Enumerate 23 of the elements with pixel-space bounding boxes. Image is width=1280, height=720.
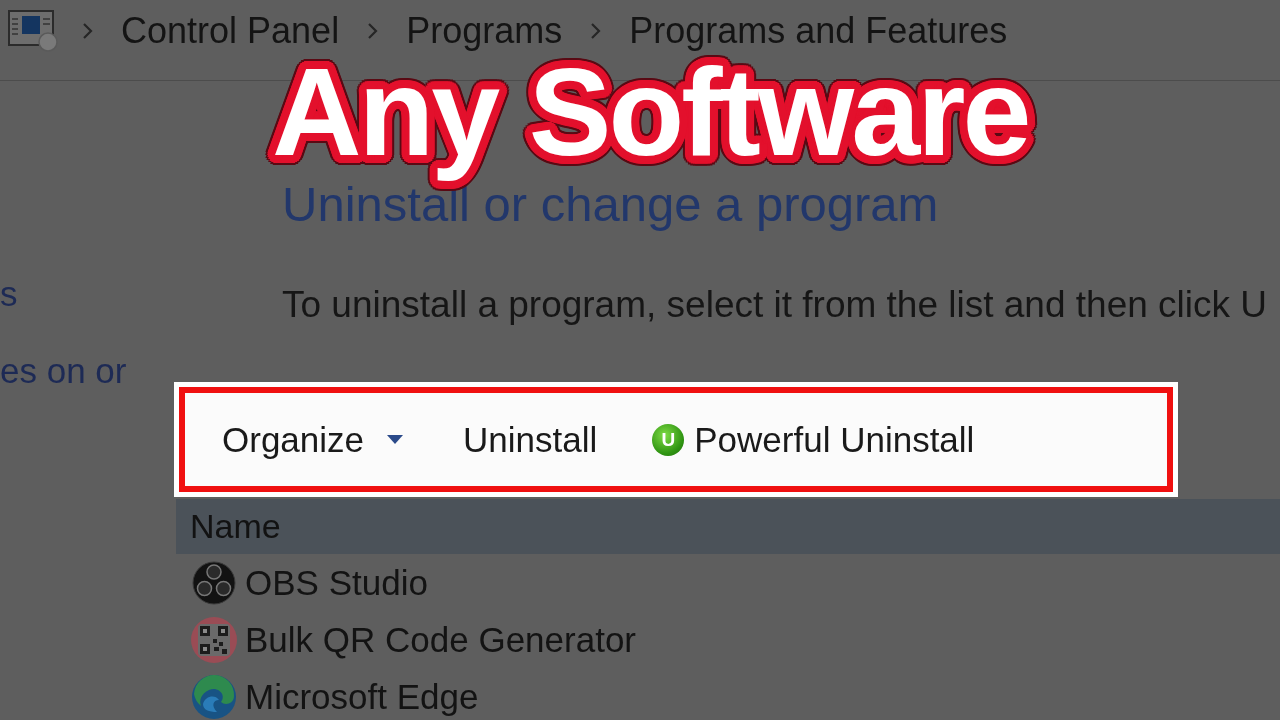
organize-menu-button[interactable]: Organize — [222, 419, 404, 460]
sidebar-link[interactable]: es on or — [0, 350, 127, 392]
program-name[interactable]: Bulk QR Code Generator — [245, 620, 636, 659]
chevron-right-icon — [367, 22, 379, 40]
toolbar-button[interactable]: U Powerful Uninstall — [652, 419, 975, 460]
qr-code-icon — [191, 616, 237, 663]
page-heading: Uninstall or change a program — [282, 180, 939, 229]
chevron-right-icon — [82, 22, 93, 40]
program-name[interactable]: OBS Studio — [245, 563, 428, 602]
breadcrumb-item[interactable]: Programs — [406, 13, 563, 49]
instruction-text: To uninstall a program, select it from the list and then click U — [282, 284, 1268, 326]
toolbar-button[interactable]: Uninstall — [463, 419, 598, 460]
column-header[interactable]: Name — [176, 499, 1280, 554]
control-panel-icon — [8, 10, 58, 52]
wave-logo-icon — [191, 673, 237, 720]
program-name[interactable]: Microsoft Edge — [245, 677, 479, 716]
chevron-right-icon — [590, 22, 602, 40]
app-logo: U — [652, 423, 685, 456]
breadcrumb-item[interactable]: Programs and Features — [629, 13, 1008, 49]
breadcrumb-item[interactable]: Control Panel — [121, 13, 340, 49]
caret-icon — [387, 435, 404, 444]
three-swirl-logo-icon — [191, 559, 237, 606]
sidebar-link[interactable]: s — [0, 273, 18, 315]
